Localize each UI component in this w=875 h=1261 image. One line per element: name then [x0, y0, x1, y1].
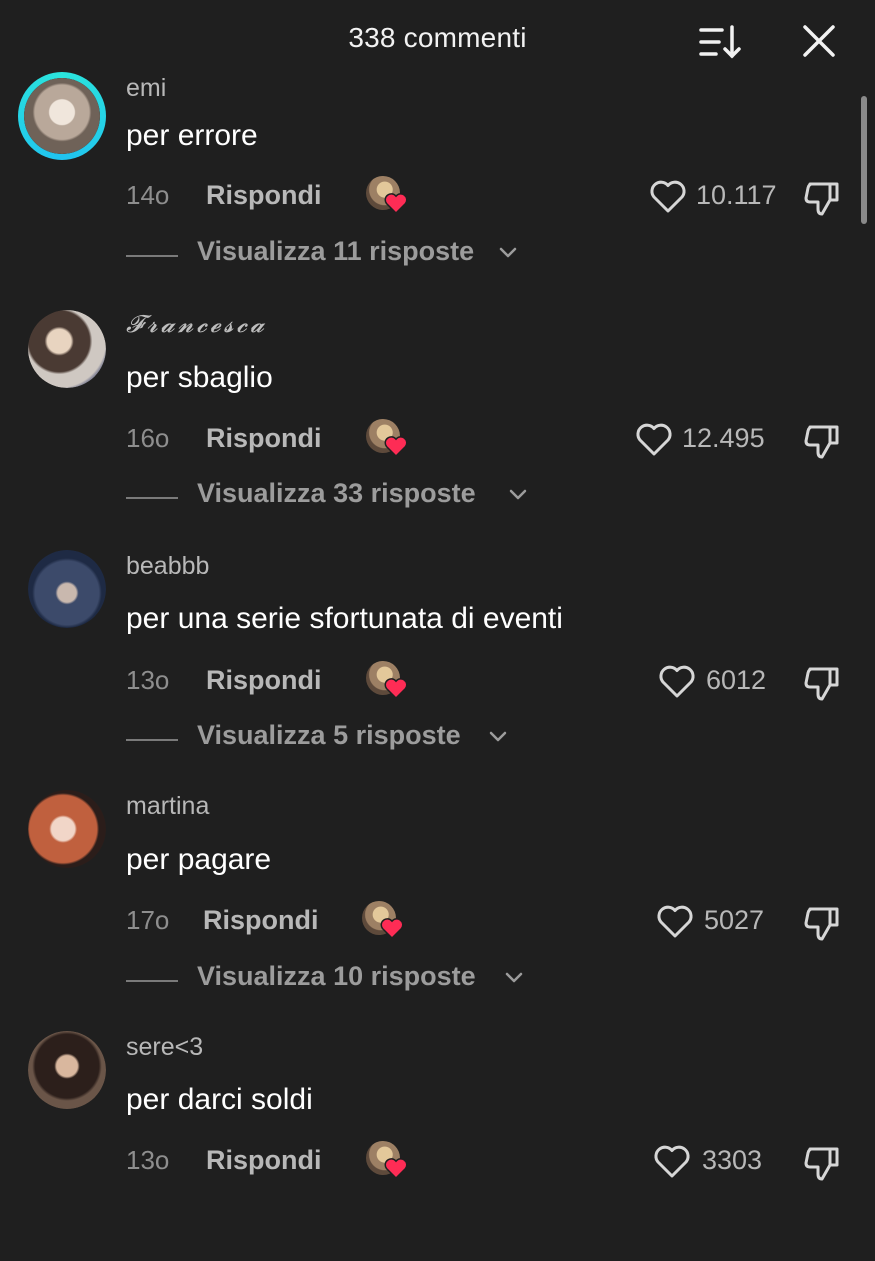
reply-button[interactable]: Rispondi — [206, 1145, 322, 1176]
avatar[interactable] — [28, 550, 106, 628]
comment-username[interactable]: sere<3 — [126, 1033, 203, 1062]
like-count: 6012 — [706, 665, 767, 695]
view-replies-button[interactable]: Visualizza 33 risposte — [126, 478, 626, 512]
chevron-down-icon[interactable] — [509, 488, 527, 502]
comment-text: per una serie sfortunata di eventi — [126, 602, 563, 635]
comment-actions: 17o Rispondi 5027 — [126, 901, 866, 945]
comment-item: sere<3 per darci soldi 13o Rispondi 3303 — [0, 1031, 875, 1261]
like-heart-icon[interactable] — [653, 1143, 691, 1179]
like-count: 3303 — [702, 1145, 763, 1175]
view-replies-label[interactable]: Visualizza 5 risposte — [197, 720, 461, 751]
comment-time: 16o — [126, 423, 170, 453]
comment-text: per darci soldi — [126, 1083, 313, 1116]
creator-liked-badge — [366, 419, 408, 457]
heart-filled-icon — [384, 678, 408, 699]
creator-liked-badge — [366, 176, 408, 214]
like-count: 5027 — [704, 905, 765, 935]
avatar[interactable] — [28, 310, 106, 388]
replies-divider — [126, 739, 178, 741]
creator-liked-badge — [366, 1141, 408, 1179]
dislike-icon[interactable] — [802, 903, 842, 943]
close-icon[interactable] — [800, 22, 838, 60]
comment-actions: 14o Rispondi 10.117 — [126, 176, 866, 220]
like-heart-icon[interactable] — [658, 663, 696, 699]
reply-button[interactable]: Rispondi — [206, 180, 322, 211]
comment-username[interactable]: martina — [126, 792, 209, 821]
comment-count-title: 338 commenti — [348, 22, 527, 53]
reply-button[interactable]: Rispondi — [206, 423, 322, 454]
view-replies-label[interactable]: Visualizza 11 risposte — [197, 236, 474, 267]
replies-divider — [126, 255, 178, 257]
reply-button[interactable]: Rispondi — [203, 905, 319, 936]
comment-username[interactable]: emi — [126, 74, 166, 103]
like-count: 10.117 — [696, 180, 777, 210]
comment-item: 𝓕𝓻𝓪𝓷𝓬𝓮𝓼𝓬𝓪 per sbaglio 16o Rispondi 12.49… — [0, 308, 875, 538]
view-replies-label[interactable]: Visualizza 10 risposte — [197, 961, 476, 992]
comment-actions: 13o Rispondi 6012 — [126, 661, 866, 705]
dislike-icon[interactable] — [802, 421, 842, 461]
comment-text: per errore — [126, 119, 258, 152]
heart-filled-icon — [384, 193, 408, 214]
avatar[interactable] — [28, 1031, 106, 1109]
heart-filled-icon — [384, 1158, 408, 1179]
dislike-icon[interactable] — [802, 1143, 842, 1183]
view-replies-label[interactable]: Visualizza 33 risposte — [197, 478, 476, 509]
comment-actions: 16o Rispondi 12.495 — [126, 419, 866, 463]
view-replies-button[interactable]: Visualizza 5 risposte — [126, 720, 626, 754]
chevron-down-icon[interactable] — [499, 246, 517, 260]
like-heart-icon[interactable] — [656, 903, 694, 939]
dislike-icon[interactable] — [802, 663, 842, 703]
comment-item: emi per errore 14o Rispondi 10.117 Visua… — [0, 72, 875, 312]
comment-text: per pagare — [126, 843, 272, 876]
dislike-icon[interactable] — [802, 178, 842, 218]
replies-divider — [126, 497, 178, 499]
heart-filled-icon — [380, 918, 404, 939]
comments-header: 338 commenti — [0, 0, 875, 84]
comment-time: 14o — [126, 180, 170, 210]
comment-item: beabbb per una serie sfortunata di event… — [0, 550, 875, 780]
sort-descending-icon[interactable] — [698, 22, 742, 62]
creator-liked-badge — [366, 661, 408, 699]
avatar[interactable] — [18, 72, 106, 160]
replies-divider — [126, 980, 178, 982]
comment-item: martina per pagare 17o Rispondi 5027 Vis… — [0, 790, 875, 1020]
like-count: 12.495 — [682, 423, 765, 453]
like-heart-icon[interactable] — [635, 421, 673, 457]
comment-time: 13o — [126, 665, 170, 695]
heart-filled-icon — [384, 436, 408, 457]
like-heart-icon[interactable] — [649, 178, 687, 214]
reply-button[interactable]: Rispondi — [206, 665, 322, 696]
creator-liked-badge — [362, 901, 404, 939]
chevron-down-icon[interactable] — [489, 730, 507, 744]
comment-actions: 13o Rispondi 3303 — [126, 1141, 866, 1185]
comment-username[interactable]: 𝓕𝓻𝓪𝓷𝓬𝓮𝓼𝓬𝓪 — [126, 310, 267, 338]
chevron-down-icon[interactable] — [505, 971, 523, 985]
avatar[interactable] — [28, 790, 106, 868]
view-replies-button[interactable]: Visualizza 11 risposte — [126, 236, 626, 270]
view-replies-button[interactable]: Visualizza 10 risposte — [126, 961, 626, 995]
comment-time: 17o — [126, 905, 170, 935]
comments-panel: 338 commenti emi per errore 14o Rispondi… — [0, 0, 875, 1200]
comment-username[interactable]: beabbb — [126, 552, 209, 581]
comment-text: per sbaglio — [126, 361, 273, 394]
comment-time: 13o — [126, 1145, 170, 1175]
